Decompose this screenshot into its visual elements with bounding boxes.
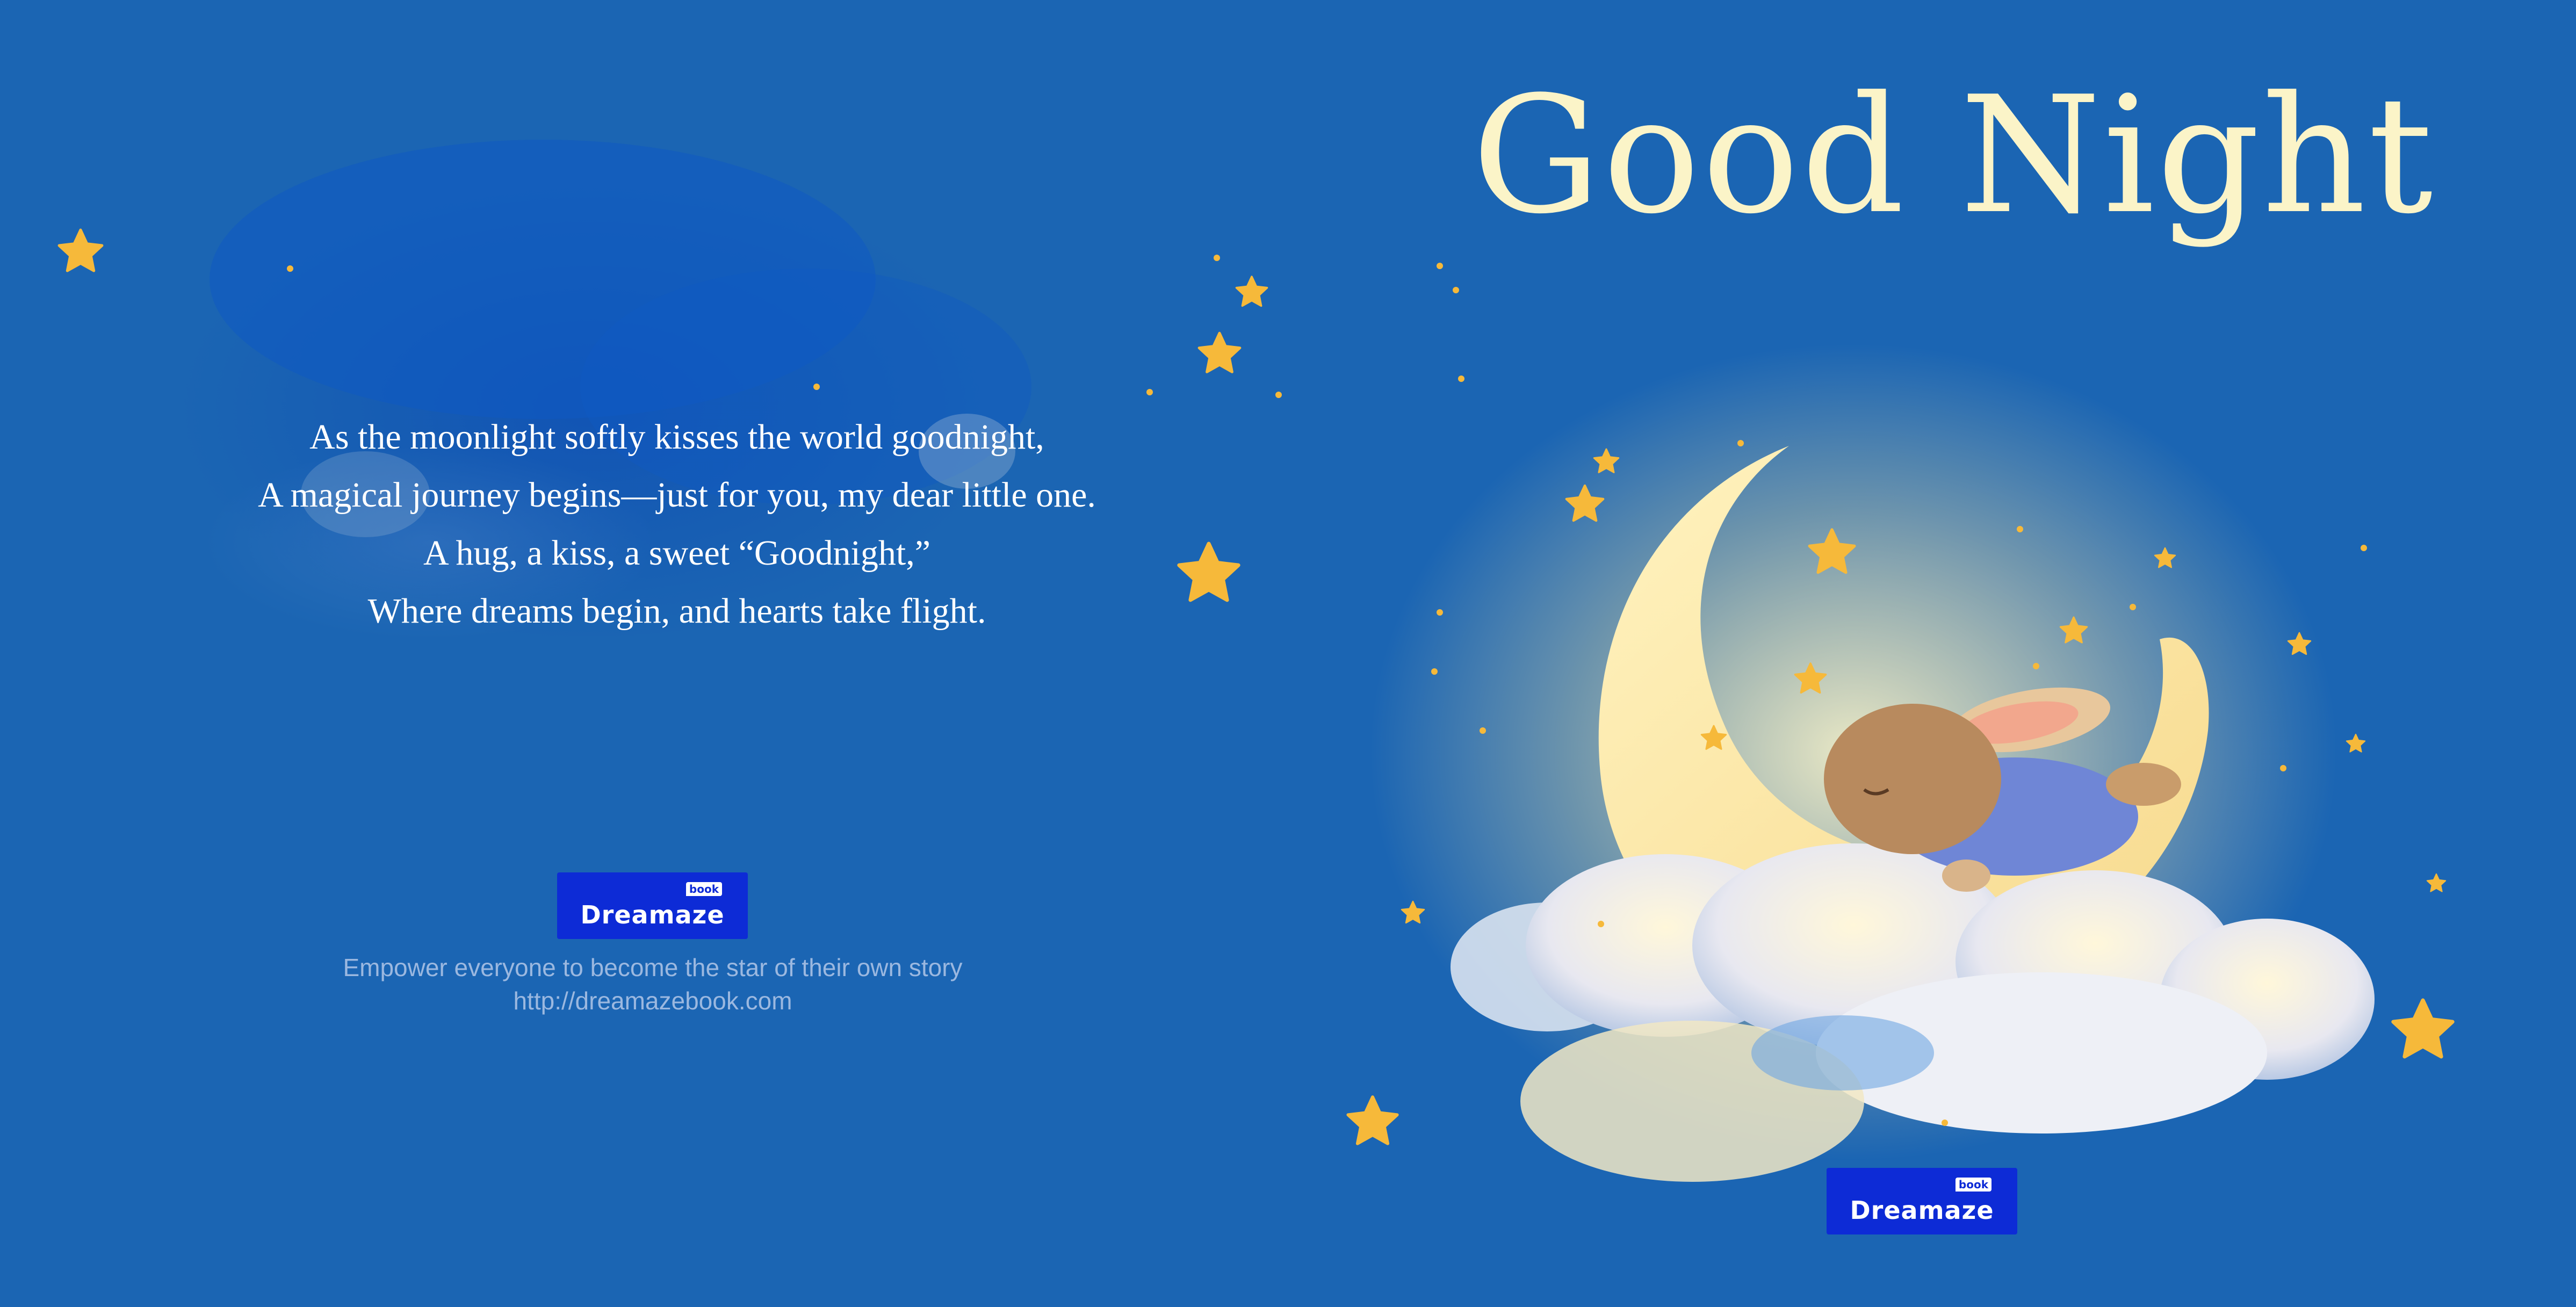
sparkle-dot — [2130, 604, 2136, 610]
poem-line: Where dreams begin, and hearts take flig… — [367, 591, 986, 631]
star-icon — [57, 228, 104, 272]
tagline-text: Empower everyone to become the star of t… — [343, 954, 963, 981]
star-icon — [2391, 998, 2455, 1059]
sparkle-dot — [1942, 1120, 1948, 1126]
sparkle-dot — [1431, 668, 1438, 675]
sparkle-dot — [1453, 287, 1459, 293]
dreamaze-logo: book Dreamaze — [557, 872, 748, 939]
sparkle-dot — [1480, 727, 1486, 734]
star-icon — [1346, 1095, 1399, 1145]
star-icon — [2426, 873, 2447, 892]
logo-word: Dreamaze — [1850, 1196, 1994, 1225]
star-icon — [2346, 733, 2366, 753]
star-icon — [1197, 331, 1242, 373]
star-icon — [1235, 276, 1268, 307]
sparkle-dot — [2017, 526, 2023, 532]
sparkle-dot — [1437, 609, 1443, 616]
sparkle-dot — [287, 265, 293, 272]
poem-line: As the moonlight softly kisses the world… — [309, 417, 1044, 457]
cover-title: Good Night — [1472, 62, 2435, 249]
logo-badge: book — [1955, 1178, 1991, 1192]
sparkle-dot — [1146, 389, 1153, 395]
poem-line: A magical journey begins—just for you, m… — [258, 475, 1096, 515]
book-cover: Good Night As the moonlight softly kisse… — [0, 0, 2576, 1307]
poem-text: As the moonlight softly kisses the world… — [129, 408, 1225, 640]
poem-line: A hug, a kiss, a sweet “Goodnight,” — [423, 533, 930, 573]
logo-word: Dreamaze — [580, 900, 725, 929]
dreamaze-logo: book Dreamaze — [1827, 1168, 2017, 1234]
publisher-info: Empower everyone to become the star of t… — [236, 951, 1069, 1017]
sparkle-dot — [2280, 765, 2286, 771]
sparkle-dot — [1737, 440, 1744, 446]
sparkle-dot — [1437, 263, 1443, 269]
logo-badge: book — [686, 882, 722, 896]
sparkle-dot — [1598, 921, 1604, 927]
sparkle-dot — [2033, 663, 2039, 669]
sparkle-dot — [2361, 545, 2367, 551]
sparkle-dot — [1214, 255, 1220, 261]
website-url: http://dreamazebook.com — [513, 987, 792, 1015]
sparkle-dot — [1458, 376, 1464, 382]
sparkle-dot — [813, 384, 820, 390]
sparkle-dot — [1275, 392, 1282, 398]
